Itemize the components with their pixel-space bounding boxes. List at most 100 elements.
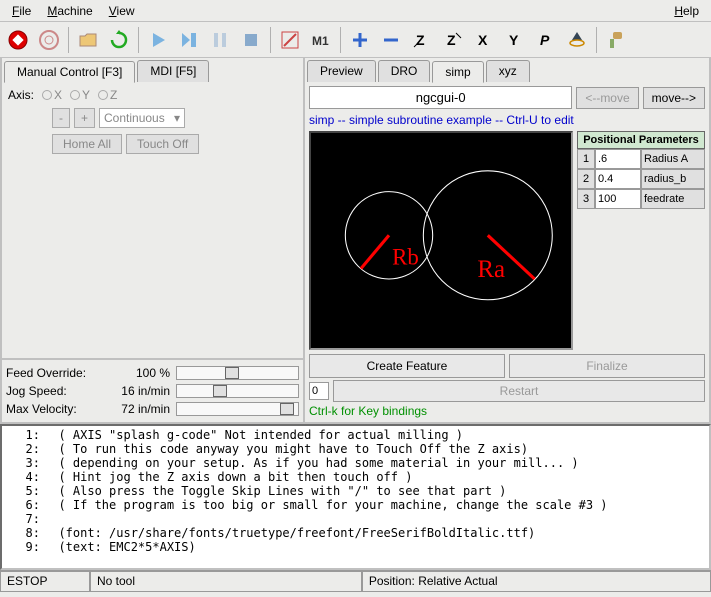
param-value[interactable]: 0.4: [595, 169, 641, 189]
gcode-line: 4: ( Hint jog the Z axis down a bit then…: [4, 470, 707, 484]
params-header: Positional Parameters: [577, 131, 705, 149]
jog-speed-slider[interactable]: [176, 384, 299, 398]
statusbar: ESTOP No tool Position: Relative Actual: [0, 570, 711, 592]
view-p-icon[interactable]: P: [532, 26, 560, 54]
gcode-line: 7:: [4, 512, 707, 526]
max-velocity-label: Max Velocity:: [6, 402, 106, 416]
menu-view[interactable]: View: [101, 2, 143, 20]
gcode-line: 3: ( depending on your setup. As if you …: [4, 456, 707, 470]
gcode-line: 6: ( If the program is too big or small …: [4, 498, 707, 512]
feed-override-value: 100 %: [106, 366, 176, 380]
tab-simp[interactable]: simp: [432, 61, 483, 83]
play-icon[interactable]: [144, 26, 172, 54]
move-right-button[interactable]: move-->: [643, 87, 705, 109]
param-name: Radius A: [641, 149, 705, 169]
param-value[interactable]: .6: [595, 149, 641, 169]
create-feature-button[interactable]: Create Feature: [309, 354, 505, 378]
finalize-button[interactable]: Finalize: [509, 354, 705, 378]
axis-label: Axis:: [8, 88, 34, 102]
override-section: Feed Override: 100 % Jog Speed: 16 in/mi…: [2, 358, 303, 422]
gcode-listing[interactable]: 1: ( AXIS "splash g-code" Not intended f…: [0, 424, 711, 570]
stop-icon[interactable]: [237, 26, 265, 54]
param-num: 2: [577, 169, 595, 189]
estop-icon[interactable]: [4, 26, 32, 54]
skip-icon[interactable]: [276, 26, 304, 54]
touch-off-button[interactable]: Touch Off: [126, 134, 199, 154]
jog-minus-button[interactable]: -: [52, 108, 70, 128]
svg-text:P: P: [540, 32, 550, 48]
restart-number[interactable]: 0: [309, 382, 329, 400]
menubar: File Machine View Help: [0, 0, 711, 22]
tab-dro[interactable]: DRO: [378, 60, 431, 82]
pause-icon[interactable]: [206, 26, 234, 54]
clear-plot-icon[interactable]: [602, 26, 630, 54]
axis-z-radio[interactable]: Z: [98, 88, 117, 102]
gcode-line: 2: ( To run this code anyway you might h…: [4, 442, 707, 456]
toolbar: M1 Z Z X Y P: [0, 22, 711, 58]
svg-text:Z: Z: [416, 32, 425, 48]
param-num: 1: [577, 149, 595, 169]
axis-row: Axis: X Y Z: [8, 88, 297, 102]
status-tool: No tool: [90, 571, 362, 592]
jog-speed-label: Jog Speed:: [6, 384, 106, 398]
param-num: 3: [577, 189, 595, 209]
optional-stop-icon[interactable]: M1: [307, 26, 335, 54]
jog-speed-value: 16 in/min: [106, 384, 176, 398]
rotate-icon[interactable]: [563, 26, 591, 54]
svg-text:Y: Y: [509, 32, 519, 48]
menu-file[interactable]: File: [4, 2, 39, 20]
zoom-in-icon[interactable]: [346, 26, 374, 54]
home-all-button[interactable]: Home All: [52, 134, 122, 154]
tab-preview[interactable]: Preview: [307, 60, 376, 82]
tab-mdi[interactable]: MDI [F5]: [137, 60, 209, 82]
param-row: 1.6Radius A: [577, 149, 705, 169]
restart-button[interactable]: Restart: [333, 380, 705, 402]
param-row: 3100feedrate: [577, 189, 705, 209]
gcode-line: 9: (text: EMC2*5*AXIS): [4, 540, 707, 554]
svg-text:M1: M1: [312, 34, 329, 48]
feed-override-slider[interactable]: [176, 366, 299, 380]
tab-xyz[interactable]: xyz: [486, 60, 530, 82]
zoom-out-icon[interactable]: [377, 26, 405, 54]
reload-icon[interactable]: [105, 26, 133, 54]
menu-help[interactable]: Help: [666, 2, 707, 20]
ra-label: Ra: [477, 256, 505, 283]
jog-mode-select[interactable]: Continuous▾: [99, 108, 185, 128]
svg-text:Z: Z: [447, 32, 456, 48]
param-row: 20.4radius_b: [577, 169, 705, 189]
ngcgui-title: ngcgui-0: [309, 86, 572, 109]
axis-x-radio[interactable]: X: [42, 88, 62, 102]
menu-machine[interactable]: Machine: [39, 2, 100, 20]
view-x-icon[interactable]: X: [470, 26, 498, 54]
status-position: Position: Relative Actual: [362, 571, 711, 592]
gcode-line: 1: ( AXIS "splash g-code" Not intended f…: [4, 428, 707, 442]
right-tabrow: Preview DRO simp xyz: [305, 58, 709, 82]
power-icon[interactable]: [35, 26, 63, 54]
view-z2-icon[interactable]: Z: [439, 26, 467, 54]
keybind-hint: Ctrl-k for Key bindings: [309, 404, 705, 418]
left-tabrow: Manual Control [F3] MDI [F5]: [2, 58, 303, 82]
subroutine-desc: simp -- simple subroutine example -- Ctr…: [309, 111, 705, 129]
right-pane: Preview DRO simp xyz ngcgui-0 <--move mo…: [305, 58, 711, 424]
left-pane: Manual Control [F3] MDI [F5] Axis: X Y Z…: [0, 58, 305, 424]
view-y-icon[interactable]: Y: [501, 26, 529, 54]
move-left-button[interactable]: <--move: [576, 87, 638, 109]
tab-manual-control[interactable]: Manual Control [F3]: [4, 61, 135, 83]
max-velocity-value: 72 in/min: [106, 402, 176, 416]
svg-text:X: X: [478, 32, 488, 48]
feed-override-label: Feed Override:: [6, 366, 106, 380]
rb-label: Rb: [392, 244, 419, 269]
step-icon[interactable]: [175, 26, 203, 54]
param-name: feedrate: [641, 189, 705, 209]
open-icon[interactable]: [74, 26, 102, 54]
preview-canvas: Rb Ra: [309, 131, 573, 350]
gcode-line: 5: ( Also press the Toggle Skip Lines wi…: [4, 484, 707, 498]
status-estop: ESTOP: [0, 571, 90, 592]
view-z-icon[interactable]: Z: [408, 26, 436, 54]
gcode-line: 8: (font: /usr/share/fonts/truetype/free…: [4, 526, 707, 540]
main-area: Manual Control [F3] MDI [F5] Axis: X Y Z…: [0, 58, 711, 424]
jog-plus-button[interactable]: +: [74, 108, 95, 128]
axis-y-radio[interactable]: Y: [70, 88, 90, 102]
max-velocity-slider[interactable]: [176, 402, 299, 416]
param-value[interactable]: 100: [595, 189, 641, 209]
